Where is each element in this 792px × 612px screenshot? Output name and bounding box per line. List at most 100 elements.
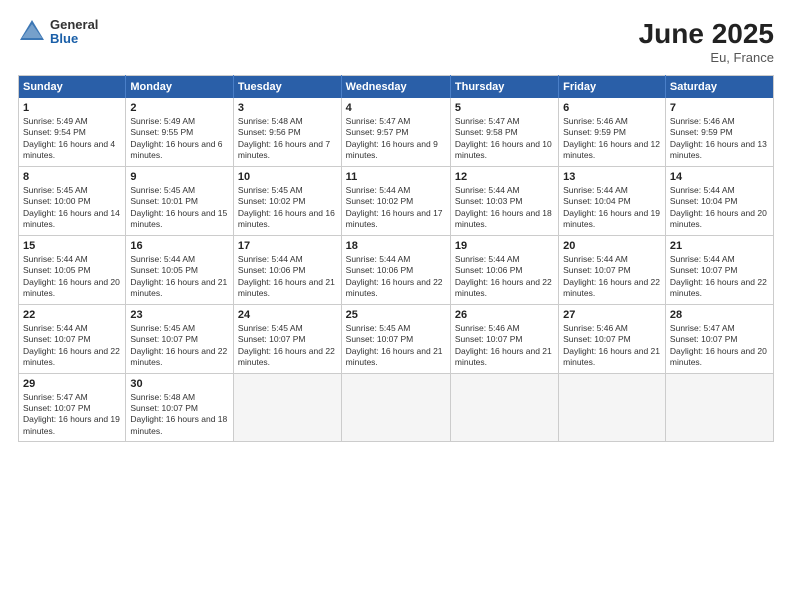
logo-icon — [18, 18, 46, 46]
day-number: 6 — [563, 102, 661, 114]
calendar-cell: 25 Sunrise: 5:45 AMSunset: 10:07 PMDaylig… — [341, 304, 450, 373]
weekday-header: Saturday — [665, 76, 773, 99]
title-block: June 2025 Eu, France — [639, 18, 774, 65]
day-info: Sunrise: 5:47 AMSunset: 9:57 PMDaylight:… — [346, 116, 446, 162]
calendar-cell: 7 Sunrise: 5:46 AMSunset: 9:59 PMDaylight… — [665, 98, 773, 166]
day-number: 5 — [455, 102, 554, 114]
day-info: Sunrise: 5:44 AMSunset: 10:05 PMDaylight… — [130, 254, 229, 300]
day-info: Sunrise: 5:49 AMSunset: 9:55 PMDaylight:… — [130, 116, 229, 162]
day-number: 13 — [563, 171, 661, 183]
calendar-cell — [559, 373, 666, 442]
day-number: 23 — [130, 309, 229, 321]
day-number: 2 — [130, 102, 229, 114]
day-number: 8 — [23, 171, 121, 183]
calendar-week-row: 8 Sunrise: 5:45 AMSunset: 10:00 PMDayligh… — [19, 166, 774, 235]
day-info: Sunrise: 5:44 AMSunset: 10:02 PMDaylight… — [346, 185, 446, 231]
day-number: 20 — [563, 240, 661, 252]
day-info: Sunrise: 5:45 AMSunset: 10:00 PMDaylight… — [23, 185, 121, 231]
calendar-cell: 5Sunrise: 5:47 AMSunset: 9:58 PMDaylight… — [450, 98, 558, 166]
weekday-header: Friday — [559, 76, 666, 99]
day-info: Sunrise: 5:48 AMSunset: 9:56 PMDaylight:… — [238, 116, 337, 162]
calendar-cell: 16 Sunrise: 5:44 AMSunset: 10:05 PMDaylig… — [126, 235, 234, 304]
day-number: 3 — [238, 102, 337, 114]
calendar-cell: 3 Sunrise: 5:48 AMSunset: 9:56 PMDaylight… — [233, 98, 341, 166]
day-number: 26 — [455, 309, 554, 321]
month-title: June 2025 — [639, 18, 774, 50]
day-number: 17 — [238, 240, 337, 252]
calendar-cell: 27 Sunrise: 5:46 AMSunset: 10:07 PMDaylig… — [559, 304, 666, 373]
calendar-cell: 24 Sunrise: 5:45 AMSunset: 10:07 PMDaylig… — [233, 304, 341, 373]
calendar-cell: 29 Sunrise: 5:47 AMSunset: 10:07 PMDaylig… — [19, 373, 126, 442]
calendar-cell: 13Sunrise: 5:44 AMSunset: 10:04 PMDaylig… — [559, 166, 666, 235]
calendar-cell: 9 Sunrise: 5:45 AMSunset: 10:01 PMDayligh… — [126, 166, 234, 235]
calendar-cell: 18Sunrise: 5:44 AMSunset: 10:06 PMDaylig… — [341, 235, 450, 304]
day-info: Sunrise: 5:44 AMSunset: 10:04 PMDaylight… — [670, 185, 769, 231]
calendar-cell — [341, 373, 450, 442]
day-info: Sunrise: 5:44 AMSunset: 10:07 PMDaylight… — [563, 254, 661, 300]
day-info: Sunrise: 5:44 AMSunset: 10:07 PMDaylight… — [670, 254, 769, 300]
calendar-cell: 19Sunrise: 5:44 AMSunset: 10:06 PMDaylig… — [450, 235, 558, 304]
day-info: Sunrise: 5:47 AMSunset: 10:07 PMDaylight… — [670, 323, 769, 369]
day-info: Sunrise: 5:44 AMSunset: 10:06 PMDaylight… — [238, 254, 337, 300]
logo: General Blue — [18, 18, 98, 47]
day-info: Sunrise: 5:45 AMSunset: 10:07 PMDaylight… — [130, 323, 229, 369]
weekday-header: Monday — [126, 76, 234, 99]
day-number: 24 — [238, 309, 337, 321]
day-info: Sunrise: 5:45 AMSunset: 10:07 PMDaylight… — [238, 323, 337, 369]
calendar-cell: 14 Sunrise: 5:44 AMSunset: 10:04 PMDaylig… — [665, 166, 773, 235]
calendar-week-row: 29 Sunrise: 5:47 AMSunset: 10:07 PMDaylig… — [19, 373, 774, 442]
day-number: 11 — [346, 171, 446, 183]
calendar-cell — [450, 373, 558, 442]
day-number: 10 — [238, 171, 337, 183]
day-number: 14 — [670, 171, 769, 183]
day-number: 15 — [23, 240, 121, 252]
calendar-cell: 28 Sunrise: 5:47 AMSunset: 10:07 PMDaylig… — [665, 304, 773, 373]
day-info: Sunrise: 5:46 AMSunset: 10:07 PMDaylight… — [455, 323, 554, 369]
day-info: Sunrise: 5:45 AMSunset: 10:01 PMDaylight… — [130, 185, 229, 231]
calendar-cell: 26 Sunrise: 5:46 AMSunset: 10:07 PMDaylig… — [450, 304, 558, 373]
day-number: 16 — [130, 240, 229, 252]
logo-general: General — [50, 18, 98, 32]
day-info: Sunrise: 5:48 AMSunset: 10:07 PMDaylight… — [130, 392, 229, 438]
logo-text: General Blue — [50, 18, 98, 47]
calendar-cell: 15Sunrise: 5:44 AMSunset: 10:05 PMDaylig… — [19, 235, 126, 304]
day-info: Sunrise: 5:46 AMSunset: 9:59 PMDaylight:… — [670, 116, 769, 162]
weekday-header: Thursday — [450, 76, 558, 99]
calendar-cell — [665, 373, 773, 442]
calendar-cell: 21 Sunrise: 5:44 AMSunset: 10:07 PMDaylig… — [665, 235, 773, 304]
day-number: 7 — [670, 102, 769, 114]
calendar-table: SundayMondayTuesdayWednesdayThursdayFrid… — [18, 75, 774, 442]
day-info: Sunrise: 5:45 AMSunset: 10:07 PMDaylight… — [346, 323, 446, 369]
header: General Blue June 2025 Eu, France — [18, 18, 774, 65]
day-info: Sunrise: 5:45 AMSunset: 10:02 PMDaylight… — [238, 185, 337, 231]
calendar-week-row: 15 Sunrise: 5:44 AMSunset: 10:05 PMDaylig… — [19, 235, 774, 304]
weekday-header: Tuesday — [233, 76, 341, 99]
day-info: Sunrise: 5:46 AMSunset: 10:07 PMDaylight… — [563, 323, 661, 369]
calendar-cell: 22Sunrise: 5:44 AMSunset: 10:07 PMDaylig… — [19, 304, 126, 373]
day-number: 28 — [670, 309, 769, 321]
day-number: 21 — [670, 240, 769, 252]
calendar-cell: 11 Sunrise: 5:44 AMSunset: 10:02 PMDaylig… — [341, 166, 450, 235]
day-number: 12 — [455, 171, 554, 183]
day-info: Sunrise: 5:46 AMSunset: 9:59 PMDaylight:… — [563, 116, 661, 162]
calendar-cell: 17 Sunrise: 5:44 AMSunset: 10:06 PMDaylig… — [233, 235, 341, 304]
day-number: 30 — [130, 378, 229, 390]
day-number: 4 — [346, 102, 446, 114]
calendar-header-row: SundayMondayTuesdayWednesdayThursdayFrid… — [19, 76, 774, 99]
day-number: 18 — [346, 240, 446, 252]
day-number: 29 — [23, 378, 121, 390]
day-info: Sunrise: 5:47 AMSunset: 10:07 PMDaylight… — [23, 392, 121, 438]
day-number: 25 — [346, 309, 446, 321]
location: Eu, France — [639, 50, 774, 65]
day-number: 1 — [23, 102, 121, 114]
calendar-cell — [233, 373, 341, 442]
day-number: 9 — [130, 171, 229, 183]
weekday-header: Sunday — [19, 76, 126, 99]
calendar-cell: 6 Sunrise: 5:46 AMSunset: 9:59 PMDaylight… — [559, 98, 666, 166]
day-info: Sunrise: 5:49 AMSunset: 9:54 PMDaylight:… — [23, 116, 121, 162]
calendar-cell: 1 Sunrise: 5:49 AMSunset: 9:54 PMDaylight… — [19, 98, 126, 166]
calendar-cell: 10 Sunrise: 5:45 AMSunset: 10:02 PMDaylig… — [233, 166, 341, 235]
day-number: 27 — [563, 309, 661, 321]
calendar-cell: 4 Sunrise: 5:47 AMSunset: 9:57 PMDaylight… — [341, 98, 450, 166]
weekday-header: Wednesday — [341, 76, 450, 99]
